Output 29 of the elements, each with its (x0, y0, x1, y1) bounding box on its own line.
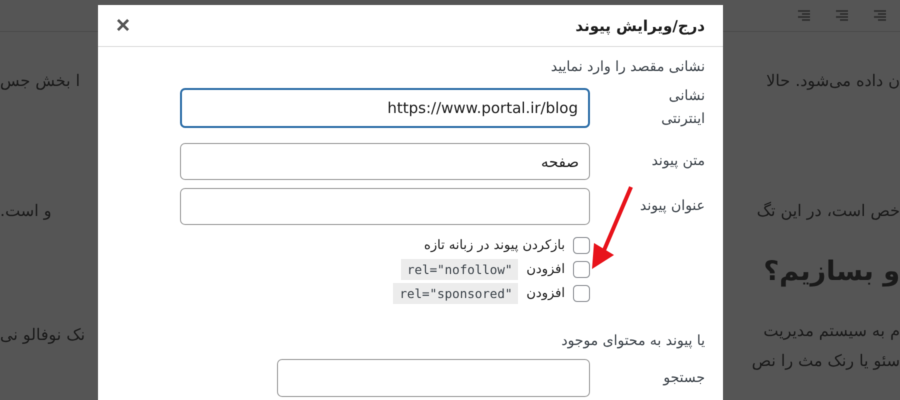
checkbox-label: بازکردن پیوند در زبانه تازه (424, 238, 565, 253)
page-text: م به سیستم مدیریت (763, 320, 900, 342)
page-text: خص است، در این تگ (756, 200, 900, 222)
checkbox[interactable] (573, 260, 590, 278)
checkbox-label: افزودن (526, 286, 565, 301)
checkbox[interactable] (573, 236, 590, 254)
page-text: سئو یا رنک مث را نص (752, 350, 900, 372)
section-heading: یا پیوند به محتوای موجود (560, 333, 705, 350)
field-label: نشانی اینترنتی (660, 87, 705, 130)
field-label: متن پیوند (650, 152, 705, 172)
page-text: ا بخش جس (0, 70, 80, 92)
search-label: جستجو (662, 368, 705, 388)
search-field[interactable] (277, 359, 590, 398)
text-input[interactable]: https://www.portal.ir/blog (180, 88, 590, 128)
code-text: rel="sponsored" (393, 282, 518, 304)
text-input[interactable]: صفحه (180, 143, 590, 180)
text-input[interactable] (180, 188, 590, 226)
page-heading: و بسازیم؟ (764, 255, 900, 289)
page-text: ن داده می‌شود. حالا (766, 70, 900, 92)
close-button[interactable]: × (112, 14, 134, 38)
field-label: عنوان پیوند (638, 197, 705, 216)
page-text: و است. (0, 200, 52, 222)
checkbox-label: افزودن (526, 262, 565, 277)
page-text: نک نوفالو نی (0, 324, 86, 346)
checkbox[interactable] (573, 284, 590, 302)
code-text: rel="nofollow" (401, 258, 518, 280)
align-icon[interactable] (872, 10, 888, 22)
dialog-title: درج/ویرایش پیوند (575, 16, 705, 34)
instruction-text: نشانی مقصد را وارد نمایید (550, 59, 705, 75)
